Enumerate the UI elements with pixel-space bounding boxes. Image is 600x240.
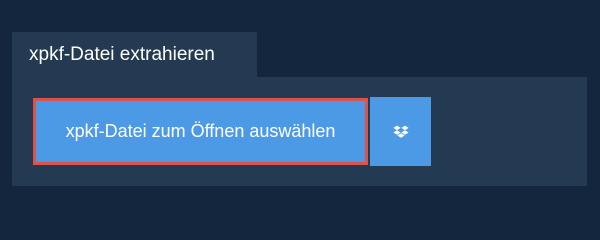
- dropbox-icon: [392, 125, 409, 139]
- select-file-label: xpkf-Datei zum Öffnen auswählen: [65, 121, 336, 141]
- select-file-button[interactable]: xpkf-Datei zum Öffnen auswählen: [33, 98, 368, 165]
- dropbox-button[interactable]: [370, 97, 431, 166]
- tab-label: xpkf-Datei extrahieren: [29, 44, 215, 65]
- tab-extract[interactable]: xpkf-Datei extrahieren: [12, 32, 257, 77]
